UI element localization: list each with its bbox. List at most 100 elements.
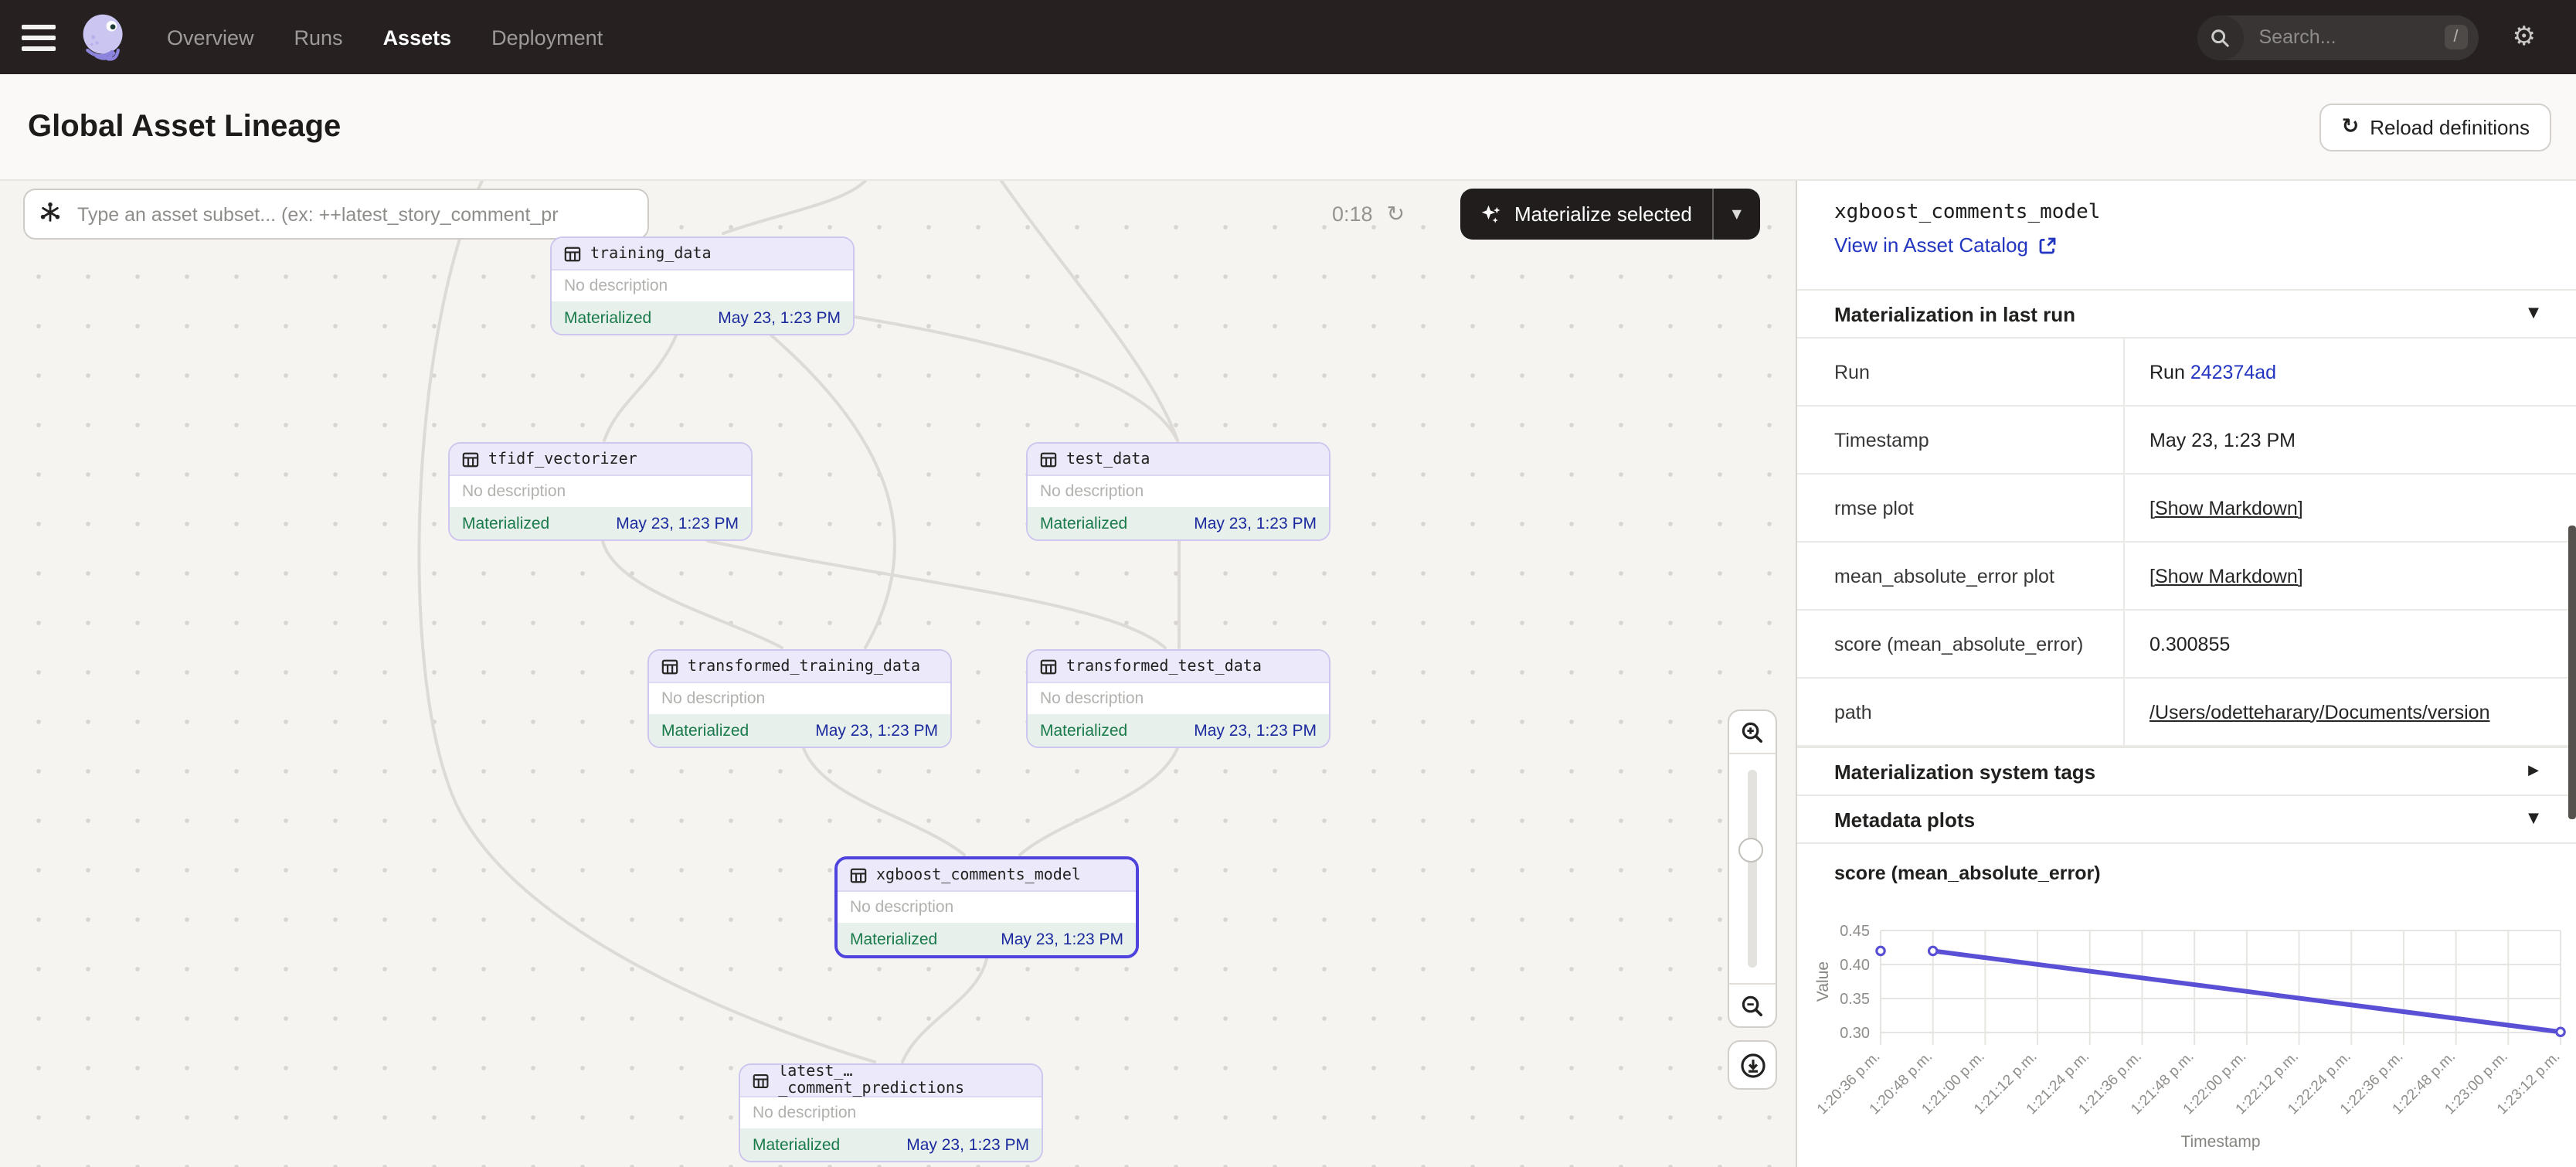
table-row-rmse-plot: rmse plot [Show Markdown] [1797,475,2576,543]
settings-gear-icon[interactable]: ⚙ [2513,24,2537,50]
download-icon [1739,1052,1765,1078]
asset-timestamp: May 23, 1:23 PM [718,308,841,327]
asset-node-transformed-training-data[interactable]: transformed_training_data No description… [647,649,952,748]
asset-timestamp: May 23, 1:23 PM [616,514,739,532]
nav-item-runs[interactable]: Runs [294,26,343,49]
page-header: Global Asset Lineage ↻ Reload definition… [0,74,2576,181]
asset-description: No description [838,892,1136,923]
asset-node-training-data[interactable]: training_data No description Materialize… [550,236,855,335]
asset-details-panel: xgboost_comments_model View in Asset Cat… [1796,181,2576,1167]
hamburger-menu-icon[interactable] [22,24,56,50]
dagster-logo[interactable] [77,11,130,63]
table-icon [753,1072,769,1089]
zoom-out-icon [1740,993,1765,1018]
show-markdown-link[interactable]: [Show Markdown] [2149,497,2303,519]
svg-text:0.40: 0.40 [1840,957,1870,974]
asset-status: Materialized [661,721,749,740]
refresh-timer: 0:18 ↻ [1332,189,1405,240]
zoom-slider[interactable] [1729,754,1776,983]
asset-node-test-data[interactable]: test_data No description Materialized May… [1026,442,1330,541]
svg-text:0.30: 0.30 [1840,1025,1870,1042]
svg-text:Timestamp: Timestamp [2180,1133,2260,1151]
download-image-button[interactable] [1728,1040,1777,1090]
asset-name: tfidf_vectorizer [488,451,637,468]
refresh-icon[interactable]: ↻ [1387,202,1405,226]
asset-status: Materialized [1040,721,1127,740]
search-input[interactable] [2256,25,2403,49]
chevron-down-icon: ▼ [2528,306,2539,322]
asset-status: Materialized [753,1135,840,1154]
section-materialization-last-run[interactable]: Materialization in last run ▼ [1797,289,2576,339]
materialize-selected-button[interactable]: Materialize selected ▼ [1460,189,1760,240]
panel-asset-title: xgboost_comments_model [1834,201,2539,224]
table-icon [564,245,581,262]
asset-node-xgboost-comments-model[interactable]: xgboost_comments_model No description Ma… [834,856,1139,958]
panel-scrollbar-thumb[interactable] [2568,526,2576,819]
external-link-icon [2037,236,2056,254]
nav-item-overview[interactable]: Overview [167,26,254,49]
table-row-run: Run Run 242374ad [1797,339,2576,407]
show-markdown-link[interactable]: [Show Markdown] [2149,565,2303,587]
section-metadata-plots[interactable]: Metadata plots ▼ [1797,794,2576,844]
asset-timestamp: May 23, 1:23 PM [1194,721,1317,740]
table-row-mae-plot: mean_absolute_error plot [Show Markdown] [1797,543,2576,611]
dagster-app: Overview Runs Assets Deployment / ⚙ Glob… [0,0,2576,1167]
asset-description: No description [450,476,751,507]
zoom-in-button[interactable] [1729,711,1776,754]
reload-definitions-button[interactable]: ↻ Reload definitions [2320,103,2551,151]
search-icon [2197,15,2244,60]
asset-node-transformed-test-data[interactable]: transformed_test_data No description Mat… [1026,649,1330,748]
zoom-slider-rail [1748,770,1757,968]
asset-description: No description [552,270,853,301]
table-icon [1040,451,1057,468]
svg-text:Value: Value [1814,961,1832,1002]
asset-timestamp: May 23, 1:23 PM [906,1135,1029,1154]
asset-description: No description [740,1097,1042,1128]
table-row-score: score (mean_absolute_error) 0.300855 [1797,611,2576,679]
asset-name: training_data [590,245,712,262]
asset-status: Materialized [850,930,937,948]
asset-name: test_data [1066,451,1150,468]
asset-node-latest-comment-predictions[interactable]: latest_…_comment_predictions No descript… [739,1063,1043,1162]
path-link[interactable]: /Users/odetteharary/Documents/version [2149,701,2489,723]
asset-timestamp: May 23, 1:23 PM [815,721,938,740]
asset-subset-input[interactable] [23,189,649,240]
main-split: 0:18 ↻ Materialize selected ▼ training_d… [0,181,2576,1167]
zoom-slider-handle[interactable] [1738,838,1763,862]
asset-name: transformed_test_data [1066,658,1262,675]
score-chart: 1:20:36 p.m.1:20:48 p.m.1:21:00 p.m.1:21… [1813,890,2570,1156]
asset-status: Materialized [462,514,549,532]
asset-description: No description [1028,683,1329,714]
section-materialization-system-tags[interactable]: Materialization system tags ▶ [1797,747,2576,796]
asset-timestamp: May 23, 1:23 PM [1194,514,1317,532]
table-icon [850,866,867,883]
table-icon [1040,658,1057,675]
asset-name: latest_…_comment_predictions [778,1063,1029,1097]
nav-item-assets[interactable]: Assets [383,26,452,49]
asset-name: transformed_training_data [688,658,920,675]
materialize-dropdown-caret[interactable]: ▼ [1714,189,1760,240]
asset-description: No description [1028,476,1329,507]
asset-timestamp: May 23, 1:23 PM [1001,930,1123,948]
asset-graph-canvas[interactable]: 0:18 ↻ Materialize selected ▼ training_d… [0,181,1796,1167]
table-row-path: path /Users/odetteharary/Documents/versi… [1797,679,2576,747]
asset-description: No description [649,683,950,714]
zoom-out-button[interactable] [1729,983,1776,1026]
global-search[interactable]: / [2197,15,2479,60]
nav-item-deployment[interactable]: Deployment [491,26,603,49]
asset-node-tfidf-vectorizer[interactable]: tfidf_vectorizer No description Material… [448,442,753,541]
table-icon [462,451,479,468]
timer-value: 0:18 [1332,202,1373,226]
chart-title: score (mean_absolute_error) [1797,844,2576,890]
table-row-timestamp: Timestamp May 23, 1:23 PM [1797,407,2576,475]
svg-text:0.35: 0.35 [1840,991,1870,1008]
page-title: Global Asset Lineage [28,109,341,145]
table-icon [661,658,678,675]
asset-selection-icon [39,201,62,232]
asset-status: Materialized [1040,514,1127,532]
view-in-asset-catalog-link[interactable]: View in Asset Catalog [1834,233,2539,257]
run-id-link[interactable]: 242374ad [2190,361,2276,383]
top-nav: Overview Runs Assets Deployment / ⚙ [0,0,2576,74]
chevron-down-icon: ▼ [2528,811,2539,827]
reload-icon: ↻ [2342,114,2360,139]
